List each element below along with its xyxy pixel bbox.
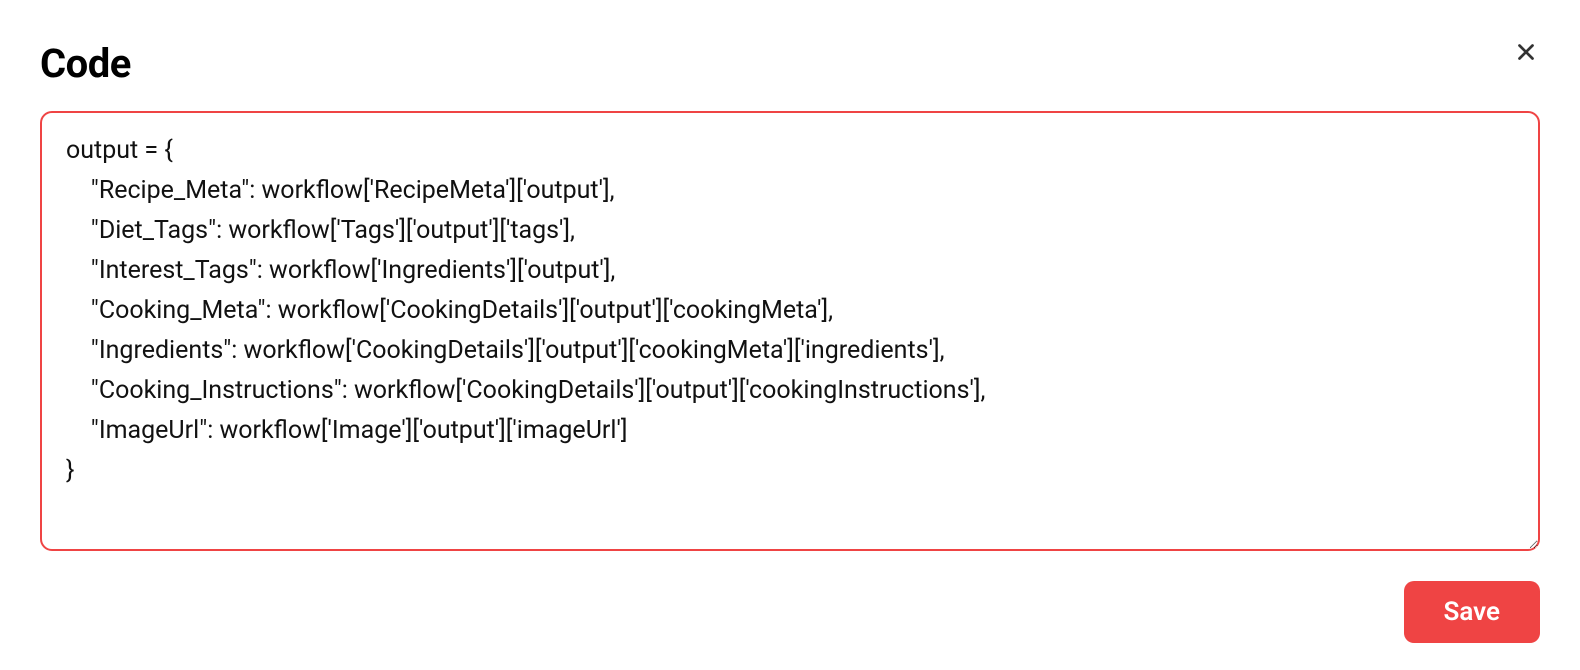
modal-title: Code [40,40,131,87]
code-textarea[interactable] [40,111,1540,551]
close-button[interactable] [1510,36,1542,68]
modal-header: Code [40,40,1540,87]
close-icon [1513,39,1539,65]
code-modal: Code Save [0,0,1580,670]
save-button[interactable]: Save [1404,581,1541,643]
modal-footer: Save [40,581,1540,643]
